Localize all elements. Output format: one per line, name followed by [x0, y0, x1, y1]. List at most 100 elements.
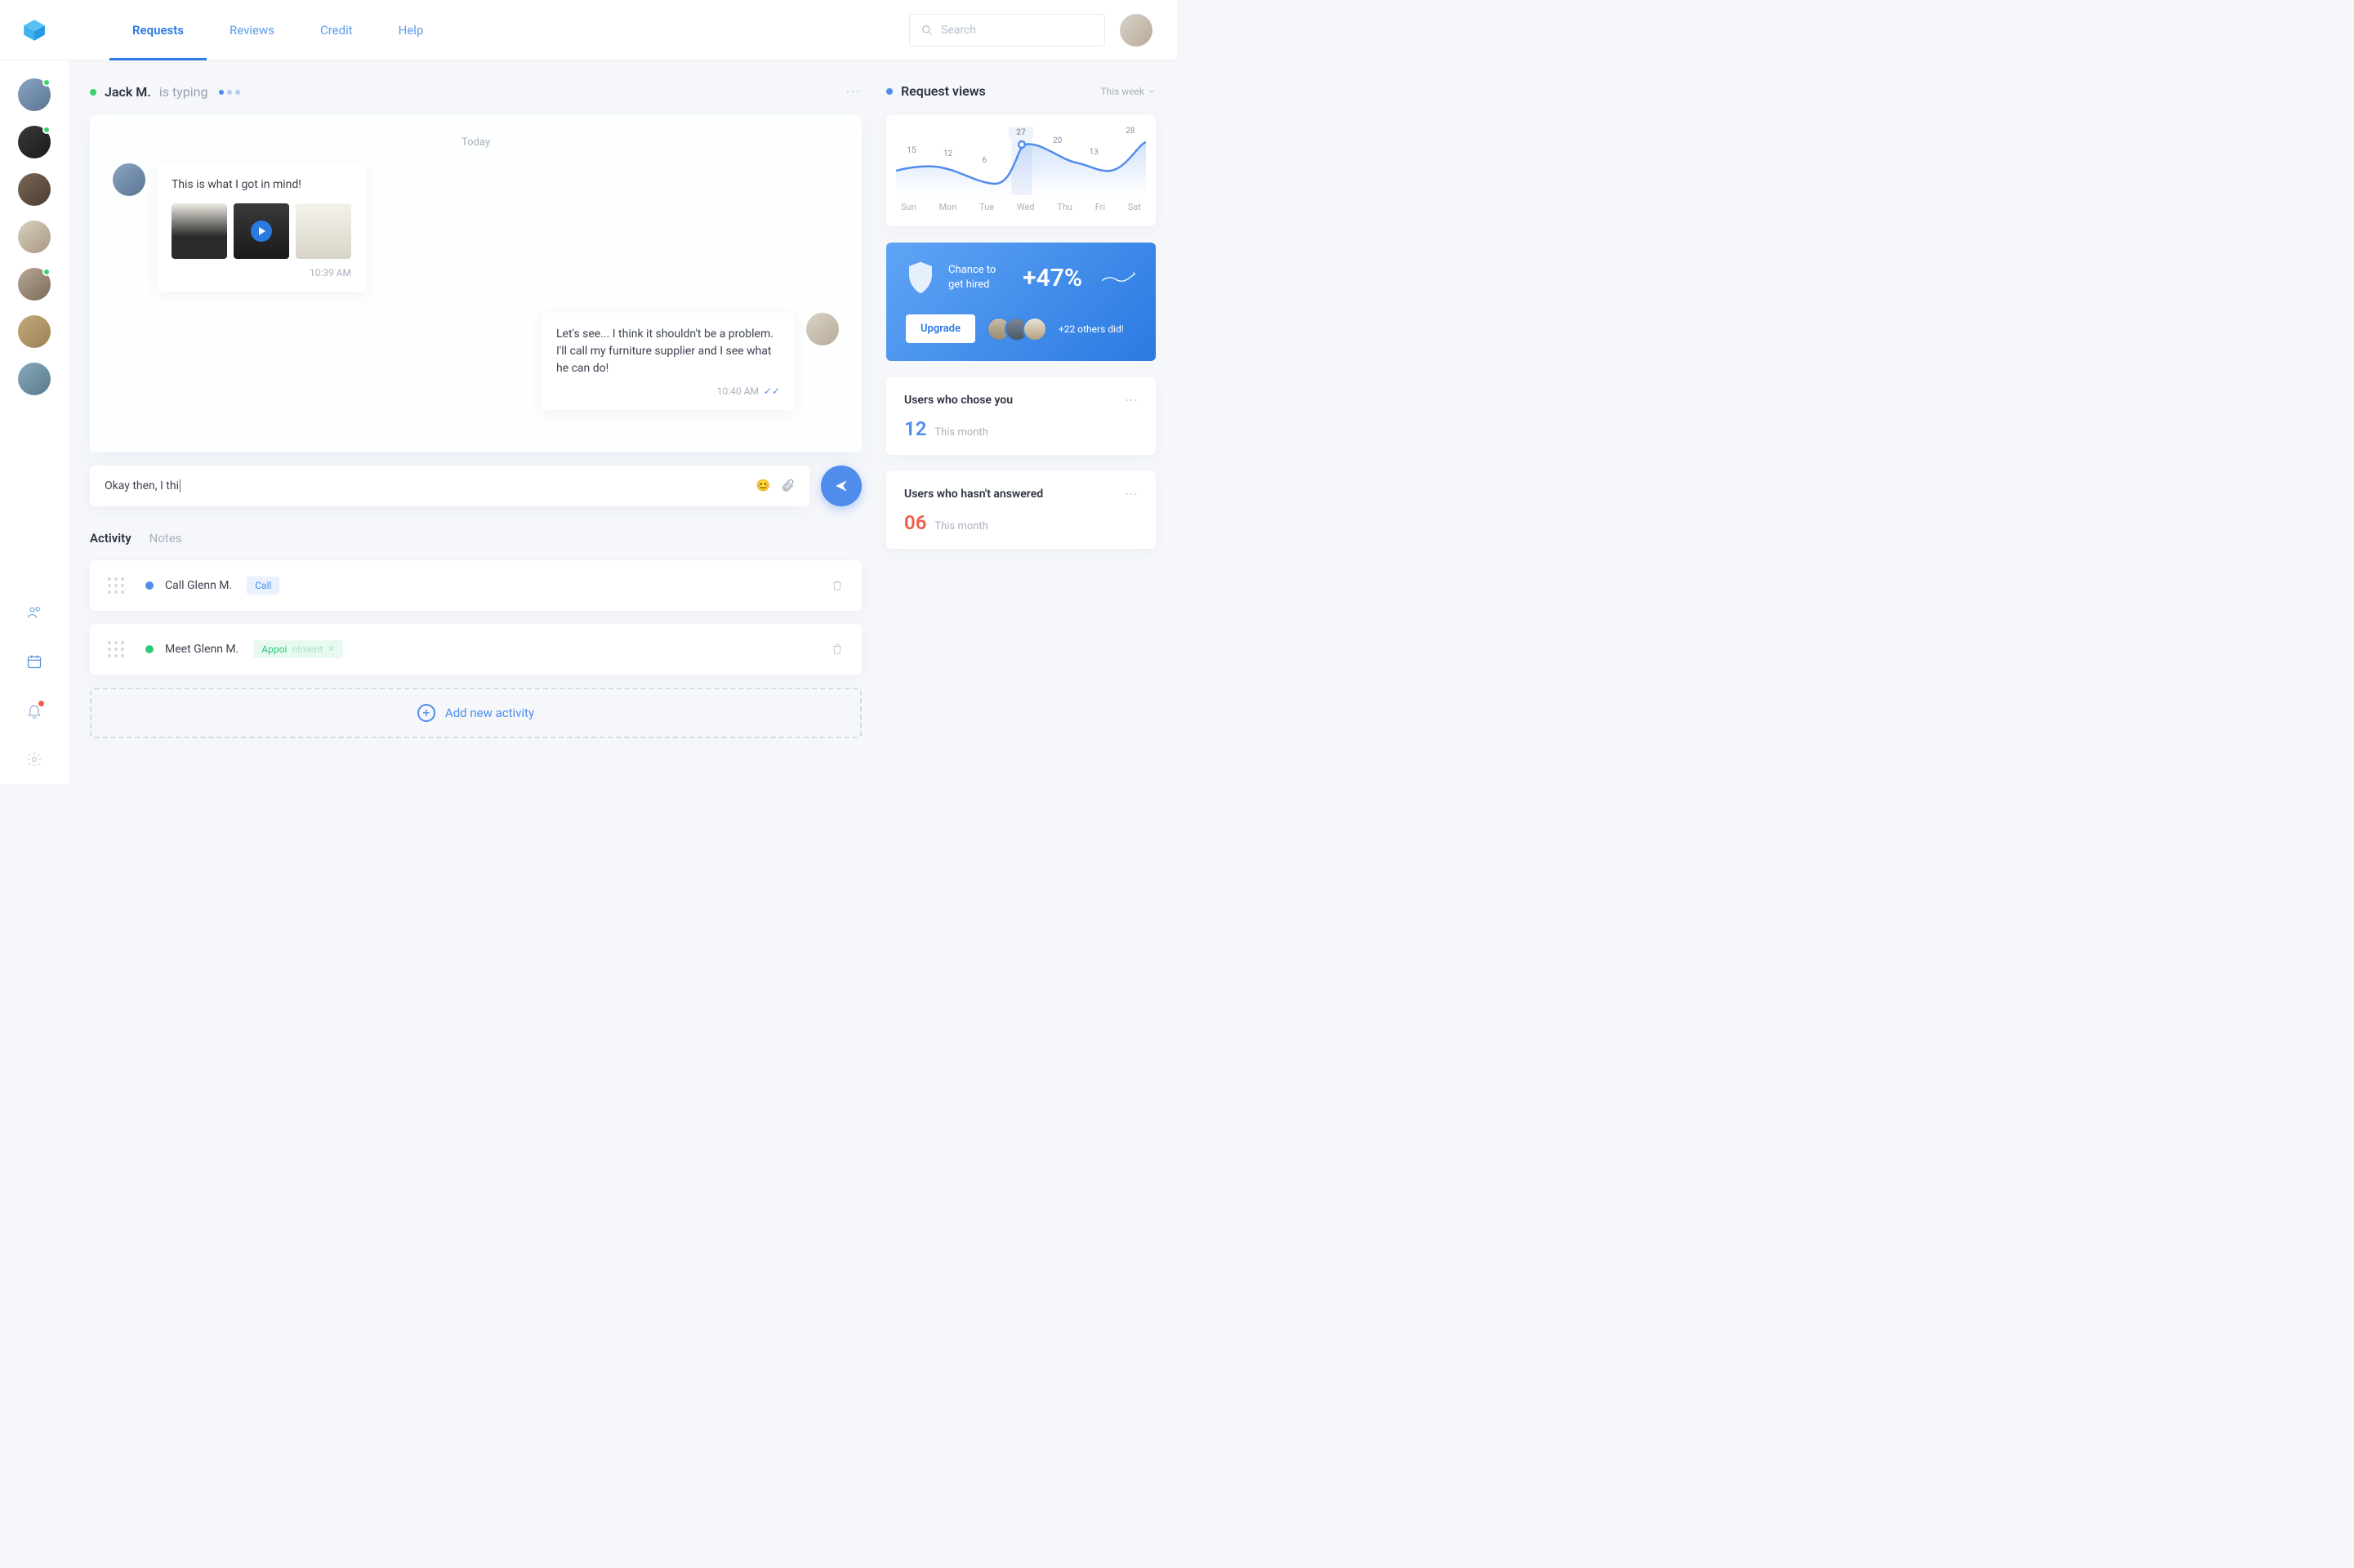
- activity-title: Meet Glenn M.: [165, 643, 239, 656]
- delete-icon[interactable]: [831, 579, 844, 592]
- card-title: Users who hasn't answered: [904, 488, 1043, 501]
- tab-activity[interactable]: Activity: [90, 531, 132, 546]
- tab-credit[interactable]: Credit: [297, 0, 376, 60]
- message-time: 10:40 AM: [717, 385, 759, 397]
- stat-period: This month: [934, 520, 988, 532]
- user-avatar[interactable]: [1120, 14, 1152, 47]
- tab-help[interactable]: Help: [376, 0, 447, 60]
- activity-row: Meet Glenn M. Appointment ✕: [90, 624, 862, 675]
- settings-icon[interactable]: [26, 751, 42, 768]
- attachment-image-1[interactable]: [172, 203, 227, 259]
- typing-status: is typing: [159, 84, 208, 100]
- chart-category: Tue: [979, 202, 994, 212]
- date-divider: Today: [113, 136, 839, 149]
- top-header: Requests Reviews Credit Help Search: [0, 0, 1177, 60]
- sidebar-contact-6[interactable]: [18, 315, 51, 348]
- section-dot: [886, 88, 893, 95]
- stat-number: 12: [904, 417, 926, 440]
- message-incoming: This is what I got in mind! 10:39 AM: [113, 163, 839, 292]
- message-text: This is what I got in mind!: [172, 176, 351, 194]
- request-views-chart: 15 12 6 27 20 13 28 Sun Mon: [886, 115, 1156, 226]
- promo-line-1: Chance to: [948, 263, 996, 278]
- chart-value: 28: [1118, 127, 1143, 139]
- request-views-header: Request views This week: [886, 83, 1156, 99]
- shield-icon: [906, 261, 935, 295]
- tab-requests[interactable]: Requests: [109, 0, 207, 60]
- promo-line-2: get hired: [948, 278, 996, 292]
- chart-category: Fri: [1095, 202, 1105, 212]
- message-input[interactable]: Okay then, I thi 😊: [90, 466, 809, 506]
- activity-tag[interactable]: Call: [247, 577, 279, 595]
- activity-status-dot: [145, 645, 154, 653]
- attachment-video[interactable]: [234, 203, 289, 259]
- typing-dots-icon: [219, 90, 240, 95]
- sidebar-contact-3[interactable]: [18, 173, 51, 206]
- promo-percentage: +47%: [1023, 264, 1082, 292]
- more-icon[interactable]: ⋯: [1125, 392, 1138, 408]
- nav-tabs: Requests Reviews Credit Help: [109, 0, 446, 60]
- add-activity-label: Add new activity: [445, 706, 534, 720]
- logo[interactable]: [0, 0, 69, 60]
- plus-icon: +: [417, 704, 435, 722]
- attach-icon[interactable]: [780, 479, 795, 493]
- chart-category: Sat: [1128, 202, 1141, 212]
- chat-panel: Today This is what I got in mind! 10:39 …: [90, 115, 862, 452]
- activity-title: Call Glenn M.: [165, 579, 232, 592]
- contacts-icon[interactable]: [26, 604, 42, 621]
- sidebar-contact-1[interactable]: [18, 78, 51, 111]
- tab-notes[interactable]: Notes: [149, 531, 182, 546]
- delete-icon[interactable]: [831, 643, 844, 656]
- sidebar-contact-5[interactable]: [18, 268, 51, 301]
- message-input-text: Okay then, I thi: [105, 479, 179, 492]
- online-indicator: [90, 89, 96, 96]
- search-input[interactable]: Search: [909, 14, 1105, 47]
- message-outgoing: Let's see... I think it shouldn't be a p…: [113, 313, 839, 410]
- chart-value: 15: [899, 146, 924, 158]
- activity-tag-editing[interactable]: Appointment ✕: [253, 640, 342, 658]
- chat-header: Jack M. is typing ⋯: [90, 83, 862, 100]
- stat-period: This month: [934, 426, 988, 439]
- chart-category: Thu: [1057, 202, 1072, 212]
- message-time: 10:39 AM: [172, 267, 351, 278]
- sidebar: [0, 60, 69, 784]
- add-activity-button[interactable]: + Add new activity: [90, 688, 862, 738]
- attachment-image-2[interactable]: [296, 203, 351, 259]
- card-title: Users who chose you: [904, 394, 1013, 407]
- search-icon: [921, 24, 933, 36]
- chart-value: 6: [972, 156, 996, 168]
- calendar-icon[interactable]: [26, 653, 42, 670]
- chart-category: Wed: [1017, 202, 1035, 212]
- avatar: [113, 163, 145, 196]
- notifications-icon[interactable]: [26, 702, 42, 719]
- sidebar-contact-4[interactable]: [18, 220, 51, 253]
- others-text: +22 others did!: [1059, 323, 1124, 335]
- period-select[interactable]: This week: [1100, 86, 1156, 97]
- upgrade-promo: Chance to get hired +47% Upgrade +22 oth…: [886, 243, 1156, 361]
- section-title: Request views: [901, 83, 986, 99]
- chart-value: 20: [1045, 136, 1070, 149]
- drag-handle-icon[interactable]: [108, 641, 124, 657]
- message-text: Let's see... I think it shouldn't be a p…: [556, 326, 780, 377]
- drag-handle-icon[interactable]: [108, 577, 124, 594]
- chart-category: Mon: [938, 202, 956, 212]
- chart-category: Sun: [901, 202, 916, 212]
- users-unanswered-card: Users who hasn't answered ⋯ 06 This mont…: [886, 471, 1156, 549]
- more-icon[interactable]: ⋯: [1125, 486, 1138, 501]
- upgrade-button[interactable]: Upgrade: [906, 314, 975, 343]
- chart-value: 13: [1081, 148, 1106, 160]
- chart-value: 12: [936, 149, 961, 162]
- users-chose-card: Users who chose you ⋯ 12 This month: [886, 377, 1156, 455]
- tab-reviews[interactable]: Reviews: [207, 0, 297, 60]
- more-icon[interactable]: ⋯: [845, 83, 862, 100]
- stat-number: 06: [904, 511, 926, 534]
- avatar: [806, 313, 839, 345]
- sidebar-contact-7[interactable]: [18, 363, 51, 395]
- search-placeholder: Search: [941, 24, 976, 37]
- send-button[interactable]: [821, 466, 862, 506]
- read-receipt-icon: ✓✓: [764, 385, 780, 397]
- emoji-icon[interactable]: 😊: [756, 479, 770, 492]
- sidebar-contact-2[interactable]: [18, 126, 51, 158]
- tag-clear-icon[interactable]: ✕: [328, 645, 334, 654]
- chevron-down-icon: [1148, 87, 1156, 96]
- wave-icon: [1102, 271, 1136, 285]
